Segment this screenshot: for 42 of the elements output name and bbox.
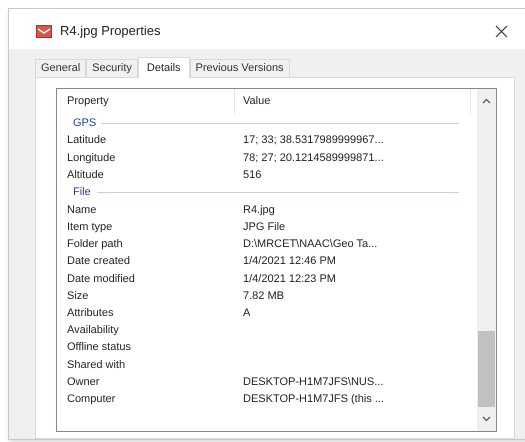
property-name: Date modified (66, 272, 136, 287)
property-name: Availability (66, 323, 120, 338)
property-value: 7.82 MB (242, 288, 284, 304)
property-name: Item type (66, 220, 114, 236)
property-name: Longitude (66, 150, 116, 166)
column-header[interactable]: Property (57, 89, 235, 114)
property-value: 1/4/2021 12:23 PM (242, 272, 336, 287)
property-name: Name (66, 202, 98, 218)
property-value: R4.jpg (242, 202, 275, 218)
column-header[interactable]: Value (235, 89, 471, 114)
property-name: Computer (66, 392, 116, 407)
scroll-down-icon[interactable] (482, 416, 491, 422)
property-name: Owner (66, 374, 100, 390)
tab[interactable]: Previous Versions (190, 59, 290, 77)
tab[interactable]: Security (86, 59, 138, 77)
group-header: File (73, 185, 91, 200)
property-name: Offline status (66, 340, 132, 356)
scrollbar[interactable] (477, 89, 496, 431)
image-file-icon (36, 24, 52, 38)
property-value: D:\MRCET\NAAC\Geo Ta... (242, 237, 378, 252)
tab[interactable]: Details (138, 57, 190, 78)
property-value: A (242, 306, 250, 322)
property-value: 1/4/2021 12:46 PM (242, 254, 336, 270)
property-value: JPG File (242, 220, 286, 236)
property-name: Folder path (66, 237, 124, 252)
group-header: GPS (73, 116, 96, 131)
property-name: Altitude (66, 168, 105, 183)
scroll-thumb[interactable] (478, 331, 495, 407)
property-name: Size (66, 288, 90, 304)
scroll-up-icon[interactable] (482, 98, 491, 104)
window-title: R4.jpg Properties (60, 22, 160, 40)
property-name: Shared with (66, 358, 126, 373)
property-value: DESKTOP-H1M7JFS (this ... (242, 392, 384, 407)
property-value: 516 (242, 168, 262, 183)
property-value: 78; 27; 20.1214589999871... (242, 150, 384, 166)
property-name: Latitude (66, 133, 108, 148)
property-value: 17; 33; 38.5317989999967... (242, 133, 384, 148)
close-icon (494, 24, 508, 38)
tab[interactable]: General (35, 59, 86, 77)
property-value: DESKTOP-H1M7JFS\NUS... (242, 374, 384, 390)
property-name: Date created (66, 254, 131, 270)
property-name: Attributes (66, 306, 114, 322)
